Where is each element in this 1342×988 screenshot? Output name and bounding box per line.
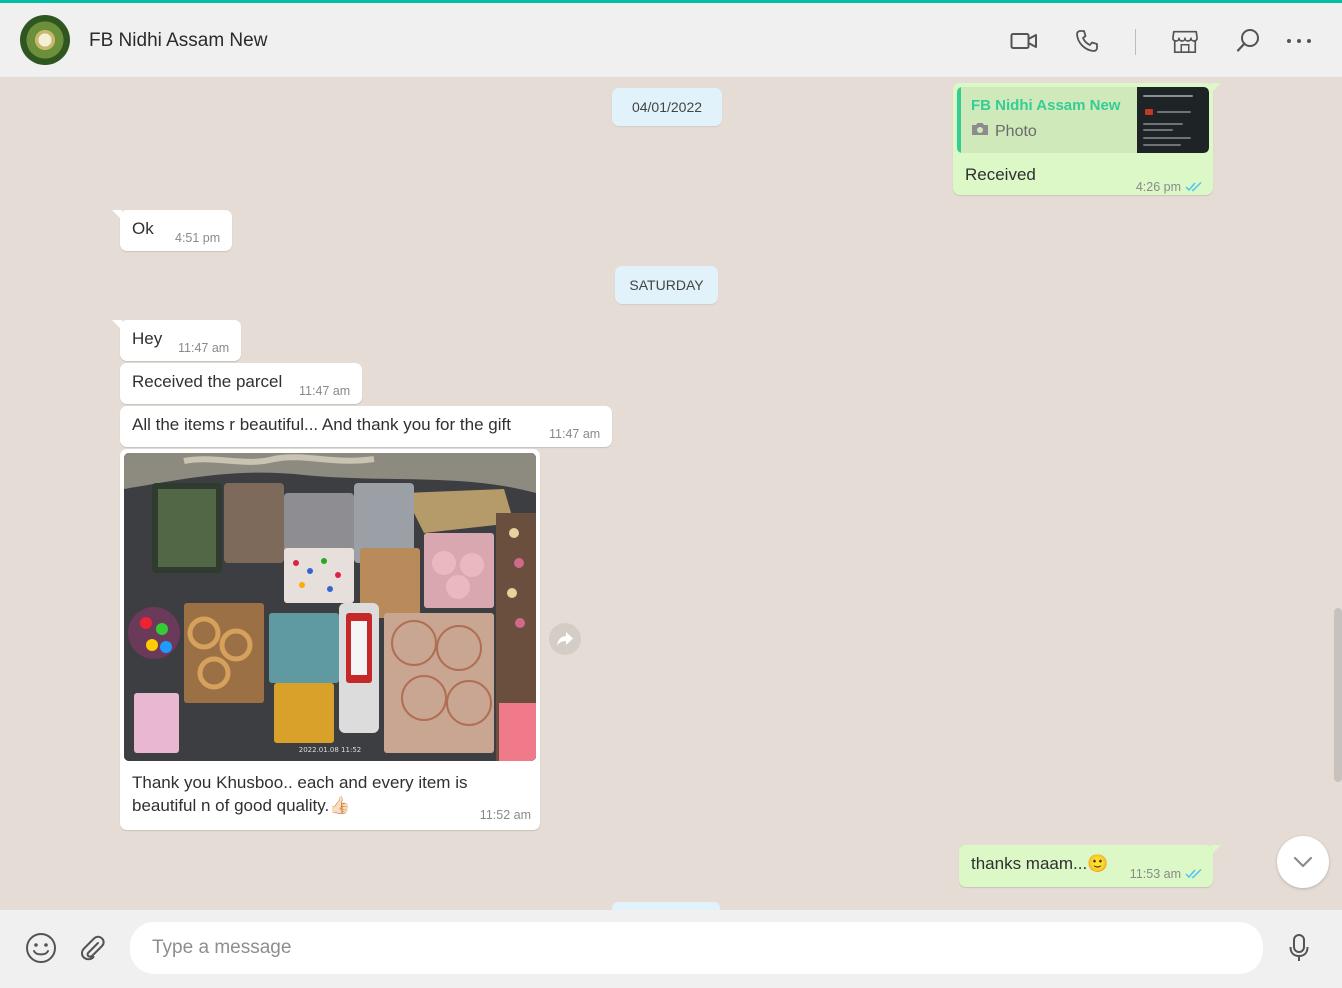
double-check-icon: [1185, 868, 1203, 882]
chevron-down-icon[interactable]: [1277, 836, 1329, 888]
chat-scrollbar[interactable]: [1334, 608, 1342, 782]
message-time: 4:51 pm: [175, 231, 221, 245]
double-check-icon: [1185, 181, 1203, 195]
microphone-icon[interactable]: [1286, 932, 1312, 964]
phone-icon[interactable]: [1073, 27, 1101, 55]
incoming-photo-message[interactable]: 2022.01.08 11:52 Thank you Khusboo.. eac…: [120, 449, 540, 830]
outgoing-message[interactable]: thanks maam...🙂 11:53 am: [959, 845, 1221, 887]
store-icon[interactable]: [1171, 27, 1199, 55]
incoming-message[interactable]: Hey 11:47 am: [112, 320, 241, 361]
quoted-sender: FB Nidhi Assam New: [971, 97, 1121, 114]
message-time: 11:47 am: [549, 427, 601, 441]
search-icon[interactable]: [1234, 27, 1262, 55]
message-text: Ok: [132, 219, 154, 238]
parcel-photo[interactable]: 2022.01.08 11:52: [124, 453, 536, 761]
incoming-message[interactable]: Ok 4:51 pm: [112, 210, 232, 251]
message-text: thanks maam...🙂: [971, 854, 1109, 873]
outgoing-message[interactable]: FB Nidhi Assam New Photo Received 4:26 p…: [953, 83, 1221, 195]
forward-arrow-icon[interactable]: [549, 623, 581, 655]
date-chip-partial: [612, 902, 720, 910]
more-dots-icon[interactable]: [1285, 27, 1313, 55]
photo-timestamp: 2022.01.08 11:52: [299, 746, 361, 754]
quoted-photo-thumbnail: [1137, 87, 1209, 153]
message-text: Received the parcel: [132, 372, 283, 391]
contact-avatar[interactable]: [20, 15, 70, 65]
message-input[interactable]: [130, 922, 1263, 974]
composer-bar: [0, 910, 1342, 988]
quoted-message[interactable]: FB Nidhi Assam New Photo: [957, 87, 1209, 153]
message-list[interactable]: 04/01/2022 FB Nidhi Assam New Photo Rece…: [0, 78, 1342, 910]
date-chip: SATURDAY: [615, 266, 718, 304]
paperclip-icon[interactable]: [77, 932, 109, 964]
message-text: Received: [965, 165, 1036, 184]
header-divider: [1135, 29, 1136, 55]
quoted-type: Photo: [995, 122, 1037, 140]
message-time: 4:26 pm: [1135, 180, 1181, 194]
incoming-message[interactable]: All the items r beautiful... And thank y…: [120, 406, 612, 447]
message-text: Hey: [132, 329, 163, 348]
date-chip: 04/01/2022: [612, 88, 722, 126]
camera-icon: [971, 122, 989, 141]
message-time: 11:53 am: [1129, 867, 1181, 881]
contact-name[interactable]: FB Nidhi Assam New: [89, 30, 267, 52]
incoming-message[interactable]: Received the parcel 11:47 am: [120, 363, 362, 404]
chat-header: FB Nidhi Assam New: [0, 3, 1342, 78]
emoji-icon[interactable]: [24, 931, 58, 965]
photo-caption: Thank you Khusboo.. each and every item …: [132, 773, 468, 815]
message-text: All the items r beautiful... And thank y…: [132, 415, 511, 434]
message-input-wrapper: [130, 922, 1263, 974]
message-time: 11:52 am: [479, 808, 531, 822]
message-time: 11:47 am: [178, 341, 230, 355]
message-time: 11:47 am: [299, 384, 351, 398]
video-camera-icon[interactable]: [1010, 27, 1038, 55]
